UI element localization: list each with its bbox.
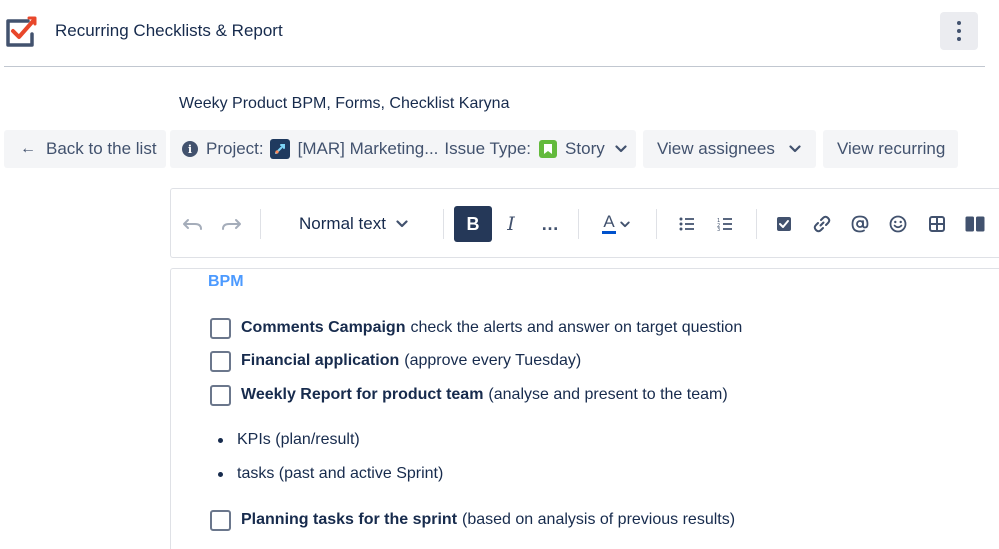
issue-type: Story <box>565 139 605 158</box>
numbered-list-icon: 123 <box>717 218 732 231</box>
undo-button[interactable] <box>179 206 207 242</box>
text-color-label: A <box>603 212 615 231</box>
project-issue-type-dropdown[interactable]: i Project: [MAR] Marketing... Issue Type… <box>170 130 636 168</box>
header-divider <box>4 66 985 67</box>
action-item-button[interactable] <box>770 206 798 242</box>
toolbar-separator <box>578 209 579 239</box>
svg-text:3: 3 <box>717 227 720 231</box>
checklist-title: Weeky Product BPM, Forms, Checklist Kary… <box>179 95 510 112</box>
toolbar-separator <box>260 209 261 239</box>
link-button[interactable] <box>808 206 836 242</box>
task-title: Financial application <box>241 352 400 369</box>
more-dot-icon <box>957 37 961 41</box>
chevron-down-icon <box>615 145 627 153</box>
more-dot-icon <box>957 21 961 25</box>
list-item-text: tasks (past and active Sprint) <box>237 465 444 482</box>
app-header: Recurring Checklists & Report <box>0 0 999 66</box>
chevron-down-icon <box>789 145 801 153</box>
project-name: [MAR] Marketing... <box>297 139 439 158</box>
task-checkbox[interactable] <box>210 317 231 339</box>
italic-button[interactable]: I <box>497 206 525 242</box>
task-checkbox[interactable] <box>210 384 231 406</box>
more-formatting-button[interactable]: … <box>535 206 565 242</box>
toolbar-separator <box>443 209 444 239</box>
emoji-button[interactable] <box>884 206 912 242</box>
arrow-left-icon: ← <box>20 140 36 157</box>
task-title: Planning tasks for the sprint <box>241 511 458 528</box>
app-title: Recurring Checklists & Report <box>55 21 283 40</box>
link-icon <box>813 215 831 233</box>
toolbar-separator <box>756 209 757 239</box>
task-item: Planning tasks for the sprint (based on … <box>210 509 735 531</box>
bullet-dot-icon <box>218 471 223 477</box>
text-style-label: Normal text <box>299 214 386 233</box>
list-item: KPIs (plan/result) <box>218 431 360 449</box>
task-checkbox[interactable] <box>210 350 231 372</box>
info-icon: i <box>182 141 198 157</box>
table-button[interactable] <box>923 206 951 242</box>
layout-columns-button[interactable] <box>961 206 989 242</box>
columns-icon <box>965 216 985 232</box>
chevron-down-icon <box>396 220 408 228</box>
smiley-icon <box>889 215 907 233</box>
table-icon <box>929 216 945 232</box>
checklist-logo-icon <box>6 16 37 47</box>
task-title: Weekly Report for product team <box>241 386 484 403</box>
story-bookmark-icon <box>539 140 558 158</box>
checkbox-checked-icon <box>777 217 791 231</box>
bold-button[interactable]: B <box>454 206 492 242</box>
task-description: (analyse and present to the team) <box>488 386 728 403</box>
redo-button[interactable] <box>217 206 245 242</box>
bullet-list-button[interactable] <box>673 206 701 242</box>
task-item: Weekly Report for product team (analyse … <box>210 384 728 406</box>
at-sign-icon <box>851 215 869 233</box>
bullet-list-icon <box>679 217 694 231</box>
list-item-text: KPIs (plan/result) <box>237 431 360 448</box>
view-recurring-button[interactable]: View recurring <box>823 130 958 168</box>
mention-button[interactable] <box>846 206 874 242</box>
project-rocket-icon <box>269 139 290 159</box>
bullet-dot-icon <box>218 437 223 443</box>
task-item: Financial application (approve every Tue… <box>210 350 581 372</box>
back-to-list-button[interactable]: ← Back to the list <box>4 130 166 168</box>
editor-toolbar: Normal text B I … A 123 <box>170 188 999 258</box>
task-item: Comments Campaign check the alerts and a… <box>210 317 742 339</box>
issue-type-prefix: Issue Type: <box>444 139 532 158</box>
undo-icon <box>183 219 202 230</box>
task-description: (approve every Tuesday) <box>404 352 582 369</box>
list-item: tasks (past and active Sprint) <box>218 465 443 483</box>
text-style-dropdown[interactable]: Normal text <box>291 206 416 242</box>
chevron-down-icon <box>620 221 630 227</box>
assignees-label: View assignees <box>657 139 775 158</box>
editor-content[interactable] <box>170 268 999 549</box>
task-checkbox[interactable] <box>210 509 231 531</box>
recurring-label: View recurring <box>837 139 946 158</box>
task-description: (based on analysis of previous results) <box>462 511 736 528</box>
section-heading: BPM <box>208 273 244 290</box>
more-dot-icon <box>957 29 961 33</box>
view-assignees-button[interactable]: View assignees <box>643 130 816 168</box>
more-options-button[interactable] <box>940 12 978 50</box>
text-color-dropdown[interactable]: A <box>595 206 637 242</box>
text-color-swatch <box>602 231 616 234</box>
project-prefix: Project: <box>206 139 264 158</box>
task-title: Comments Campaign <box>241 319 406 336</box>
numbered-list-button[interactable]: 123 <box>711 206 739 242</box>
back-label: Back to the list <box>46 139 157 158</box>
task-description: check the alerts and answer on target qu… <box>410 319 743 336</box>
redo-icon <box>222 219 241 230</box>
toolbar-separator <box>656 209 657 239</box>
